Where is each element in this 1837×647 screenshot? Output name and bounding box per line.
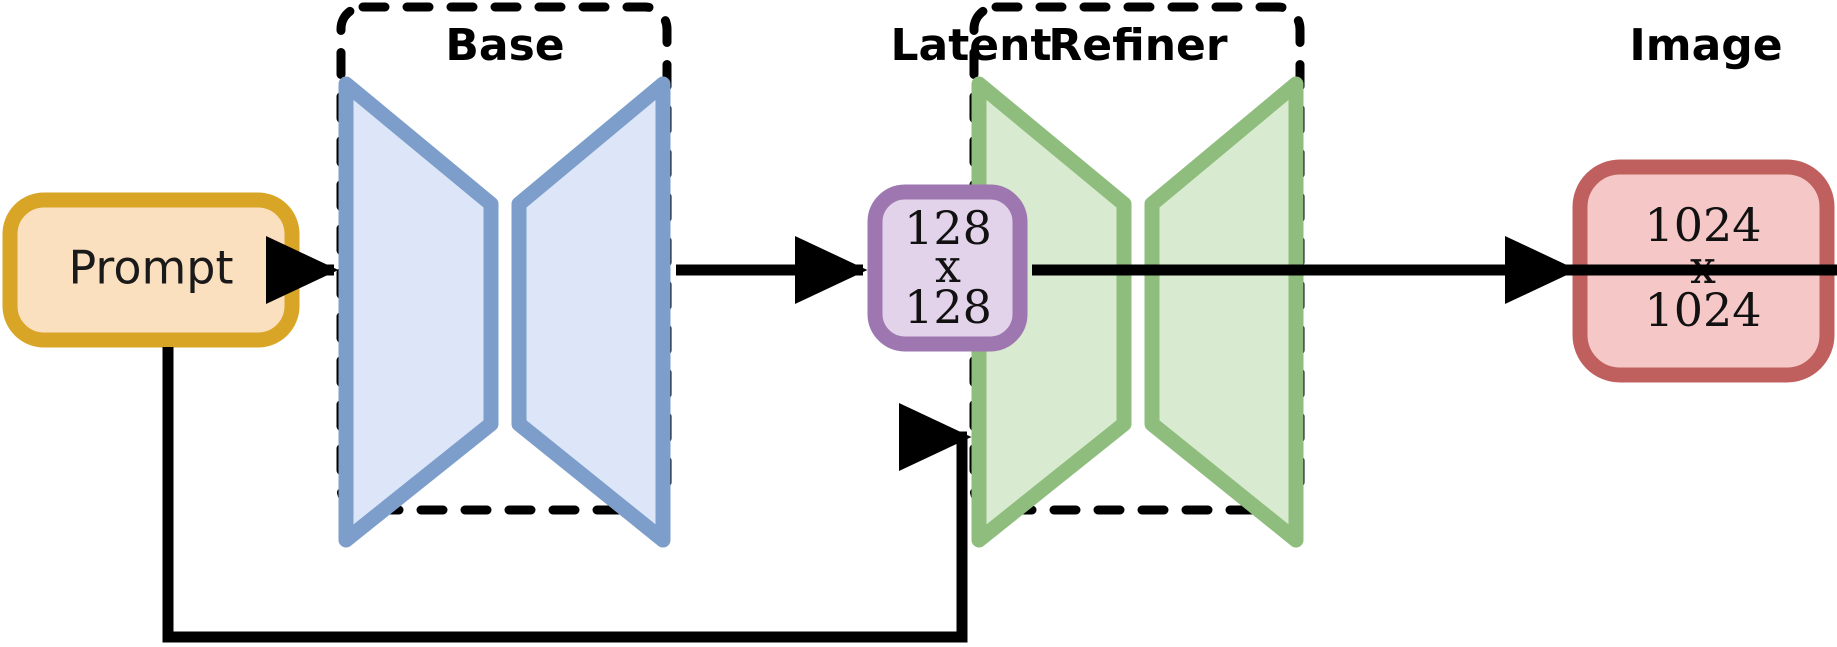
- base-decoder-trapezoid: [511, 76, 671, 548]
- image-caption: Image: [1629, 20, 1782, 71]
- base-title: Base: [445, 20, 564, 71]
- image-node[interactable]: Image 1024 x 1024: [1572, 20, 1835, 383]
- latent-height-value: 128: [904, 280, 992, 334]
- prompt-node[interactable]: Prompt: [2, 192, 300, 348]
- base-encoder-trapezoid: [338, 76, 499, 548]
- latent-caption: Latent: [891, 20, 1052, 71]
- prompt-label: Prompt: [68, 241, 233, 295]
- pipeline-canvas: Base Refiner Prompt Latent 128 x 128 Ima…: [2, 2, 1837, 643]
- image-height-value: 1024: [1644, 283, 1761, 337]
- refiner-decoder-trapezoid: [1144, 76, 1304, 548]
- refiner-title: Refiner: [1048, 20, 1228, 71]
- pipeline-diagram: Base Refiner Prompt Latent 128 x 128 Ima…: [0, 0, 1837, 647]
- base-group: Base: [336, 2, 672, 548]
